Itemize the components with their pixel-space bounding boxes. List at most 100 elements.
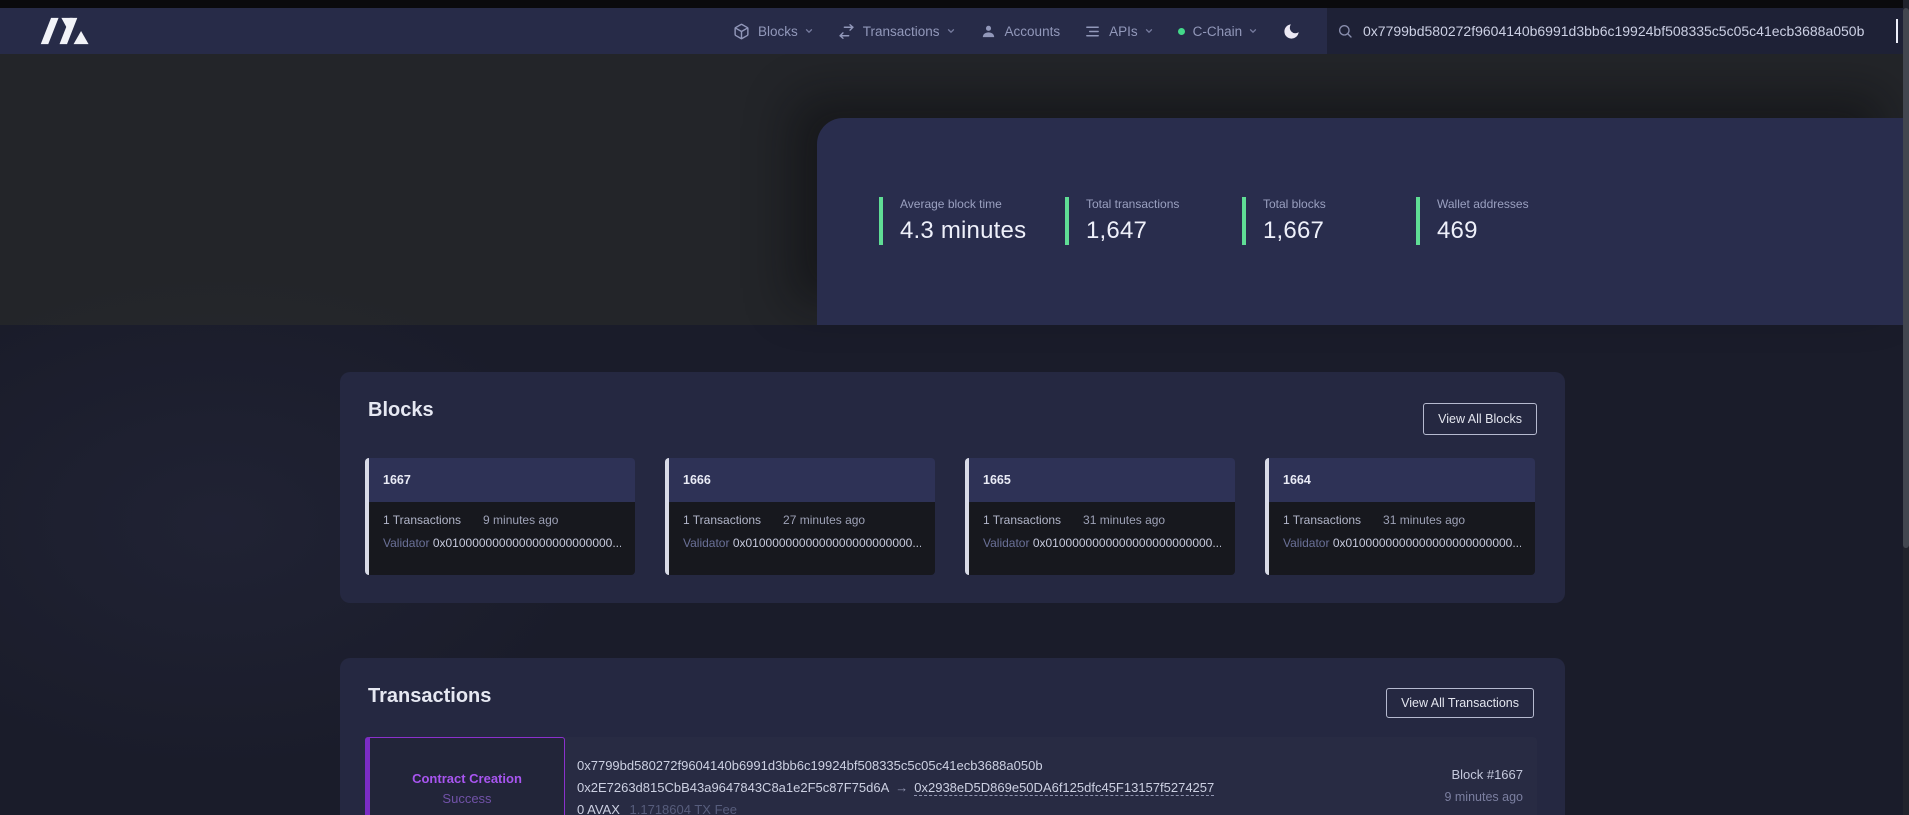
transactions-section: Transactions View All Transactions Contr… — [340, 658, 1565, 815]
moon-icon — [1282, 22, 1301, 41]
theme-toggle-button[interactable] — [1282, 22, 1301, 41]
scrollbar-thumb[interactable] — [1903, 8, 1909, 548]
block-age: 27 minutes ago — [783, 513, 865, 527]
stat-value: 4.3 minutes — [900, 217, 1035, 245]
block-tx-count: 1 Transactions — [383, 513, 461, 527]
nav-label-accounts: Accounts — [1005, 24, 1061, 39]
block-number[interactable]: 1667 — [383, 473, 411, 487]
to-address-link[interactable]: 0x2938eD5D869e50DA6f125dfc45F13157f52742… — [914, 780, 1214, 796]
transaction-status-box[interactable]: Contract Creation Success — [365, 737, 565, 815]
top-edge-strip — [0, 0, 1909, 8]
validator-label: Validator — [1283, 536, 1329, 550]
nav-item-apis[interactable]: APIs — [1084, 23, 1154, 40]
block-tx-count: 1 Transactions — [1283, 513, 1361, 527]
stat-wallet-addresses: Wallet addresses 469 — [1416, 197, 1529, 245]
nav-item-transactions[interactable]: Transactions — [838, 23, 956, 40]
transaction-type: Contract Creation — [370, 771, 564, 786]
block-number[interactable]: 1665 — [983, 473, 1011, 487]
validator-address[interactable]: 0x0100000000000000000000000... — [433, 536, 621, 550]
nav-item-accounts[interactable]: Accounts — [980, 23, 1061, 40]
block-card[interactable]: 1665 1 Transactions 31 minutes ago Valid… — [965, 458, 1235, 575]
chevron-down-icon — [1144, 26, 1154, 36]
block-card[interactable]: 1667 1 Transactions 9 minutes ago Valida… — [365, 458, 635, 575]
person-icon — [980, 23, 997, 40]
block-age: 31 minutes ago — [1083, 513, 1165, 527]
scrollbar-track[interactable] — [1903, 0, 1909, 815]
chain-status-dot-icon — [1178, 28, 1185, 35]
blocks-section-title: Blocks — [368, 399, 434, 422]
transaction-value-line: 0 AVAX 1.1718604 TX Fee — [577, 802, 737, 815]
transactions-section-title: Transactions — [368, 685, 491, 708]
transaction-block-link[interactable]: Block #1667 — [1451, 768, 1523, 782]
transaction-addresses: 0x2E7263d815CbB43a9647843C8a1e2F5c87F75d… — [577, 780, 1277, 795]
validator-address[interactable]: 0x0100000000000000000000000... — [1033, 536, 1221, 550]
stat-value: 469 — [1437, 217, 1529, 245]
avalanche-logo[interactable] — [36, 16, 98, 46]
blocks-section: Blocks View All Blocks 1667 1 Transactio… — [340, 372, 1565, 603]
nav-menu: Blocks Transactions Accounts APIs C — [733, 8, 1301, 54]
stat-average-block-time: Average block time 4.3 minutes — [879, 197, 1035, 245]
block-card-header: 1665 — [969, 458, 1235, 502]
stats-row: Average block time 4.3 minutes Total tra… — [817, 118, 1909, 245]
arrow-right-icon: → — [889, 780, 914, 795]
block-card-body: 1 Transactions 9 minutes ago Validator 0… — [369, 502, 635, 575]
navbar: Blocks Transactions Accounts APIs C — [0, 8, 1909, 54]
block-number[interactable]: 1666 — [683, 473, 711, 487]
nav-item-blocks[interactable]: Blocks — [733, 23, 814, 40]
chevron-down-icon — [1248, 26, 1258, 36]
validator-address[interactable]: 0x0100000000000000000000000... — [1333, 536, 1521, 550]
avalanche-logo-icon — [36, 16, 98, 46]
transaction-age: 9 minutes ago — [1444, 790, 1523, 804]
hero-section: Average block time 4.3 minutes Total tra… — [0, 54, 1909, 325]
block-card-header: 1667 — [369, 458, 635, 502]
transaction-hash-link[interactable]: 0x7799bd580272f9604140b6991d3bb6c19924bf… — [577, 758, 1043, 773]
chevron-down-icon — [804, 26, 814, 36]
validator-label: Validator — [683, 536, 729, 550]
transaction-row: Contract Creation Success 0x7799bd580272… — [365, 737, 1537, 815]
block-card-body: 1 Transactions 31 minutes ago Validator … — [1269, 502, 1535, 575]
transaction-status-badge: Success — [370, 791, 564, 806]
cube-icon — [733, 23, 750, 40]
block-card[interactable]: 1664 1 Transactions 31 minutes ago Valid… — [1265, 458, 1535, 575]
view-all-blocks-button[interactable]: View All Blocks — [1423, 403, 1537, 435]
stat-label: Average block time — [900, 197, 1035, 211]
validator-label: Validator — [383, 536, 429, 550]
chevron-down-icon — [946, 26, 956, 36]
validator-label: Validator — [983, 536, 1029, 550]
stat-total-transactions: Total transactions 1,647 — [1065, 197, 1212, 245]
block-tx-count: 1 Transactions — [983, 513, 1061, 527]
block-card[interactable]: 1666 1 Transactions 27 minutes ago Valid… — [665, 458, 935, 575]
search-box — [1327, 8, 1909, 54]
block-number[interactable]: 1664 — [1283, 473, 1311, 487]
stat-label: Total transactions — [1086, 197, 1212, 211]
block-card-body: 1 Transactions 31 minutes ago Validator … — [969, 502, 1235, 575]
from-address-link[interactable]: 0x2E7263d815CbB43a9647843C8a1e2F5c87F75d… — [577, 780, 889, 795]
nav-label-blocks: Blocks — [758, 24, 798, 39]
nav-label-transactions: Transactions — [863, 24, 940, 39]
block-card-body: 1 Transactions 27 minutes ago Validator … — [669, 502, 935, 575]
search-icon — [1337, 23, 1353, 39]
stat-label: Wallet addresses — [1437, 197, 1529, 211]
stat-total-blocks: Total blocks 1,667 — [1242, 197, 1386, 245]
view-all-transactions-button[interactable]: View All Transactions — [1386, 688, 1534, 718]
stat-value: 1,647 — [1086, 217, 1212, 245]
block-card-header: 1666 — [669, 458, 935, 502]
nav-label-apis: APIs — [1109, 24, 1138, 39]
transaction-fee: 1.1718604 TX Fee — [630, 802, 737, 815]
search-input[interactable] — [1363, 8, 1908, 54]
stat-label: Total blocks — [1263, 197, 1386, 211]
validator-address[interactable]: 0x0100000000000000000000000... — [733, 536, 921, 550]
block-cards-row: 1667 1 Transactions 9 minutes ago Valida… — [365, 458, 1535, 575]
text-caret — [1896, 19, 1898, 43]
nav-label-c-chain: C-Chain — [1193, 24, 1243, 39]
nav-item-chain-selector[interactable]: C-Chain — [1178, 24, 1259, 39]
swap-arrows-icon — [838, 23, 855, 40]
block-card-header: 1664 — [1269, 458, 1535, 502]
stats-panel: Average block time 4.3 minutes Total tra… — [817, 118, 1909, 325]
block-age: 31 minutes ago — [1383, 513, 1465, 527]
stat-value: 1,667 — [1263, 217, 1386, 245]
lines-icon — [1084, 23, 1101, 40]
block-age: 9 minutes ago — [483, 513, 558, 527]
block-tx-count: 1 Transactions — [683, 513, 761, 527]
transaction-value: 0 AVAX — [577, 802, 620, 815]
